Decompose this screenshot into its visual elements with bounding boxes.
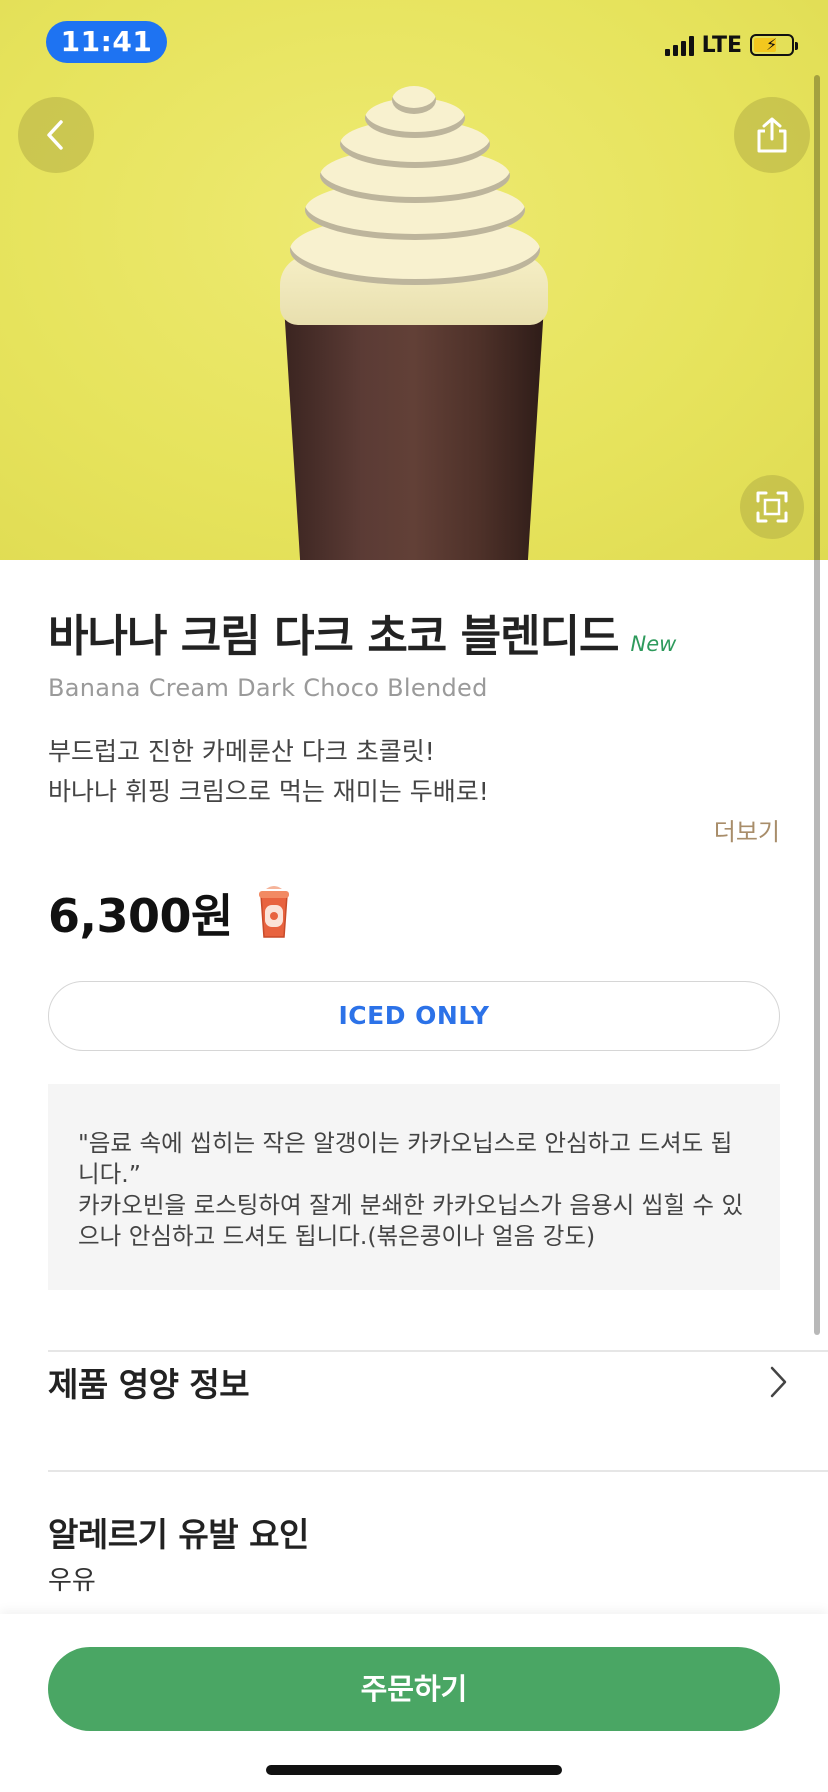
- fullscreen-icon: [756, 491, 788, 523]
- chevron-left-icon: [47, 120, 63, 150]
- status-time: 11:41: [46, 21, 167, 63]
- share-button[interactable]: [734, 97, 810, 173]
- home-indicator: [266, 1765, 562, 1775]
- price: 6,300원: [48, 889, 233, 943]
- product-image: [0, 0, 828, 560]
- back-button[interactable]: [18, 97, 94, 173]
- description-line: 바나나 휘핑 크림으로 먹는 재미는 두배로!: [48, 777, 489, 806]
- share-icon: [757, 117, 787, 153]
- new-badge: New: [630, 632, 677, 656]
- allergy-title: 알레르기 유발 요인: [48, 1515, 309, 1554]
- notice-line: "음료 속에 씹히는 작은 알갱이는 카카오닙스로 안심하고 드셔도 됩니다.”: [78, 1129, 733, 1188]
- description-line: 부드럽고 진한 카메룬산 다크 초콜릿!: [48, 737, 435, 766]
- product-notice: "음료 속에 씹히는 작은 알갱이는 카카오닙스로 안심하고 드셔도 됩니다.”…: [48, 1084, 780, 1290]
- status-indicators: LTE ⚡: [664, 30, 798, 60]
- more-link[interactable]: 더보기: [714, 812, 780, 847]
- product-title-row: 바나나 크림 다크 초코 블렌디드 New: [48, 600, 676, 664]
- iced-only-option[interactable]: ICED ONLY: [48, 981, 780, 1051]
- product-description: 부드럽고 진한 카메룬산 다크 초콜릿! 바나나 휘핑 크림으로 먹는 재미는 …: [48, 732, 489, 812]
- order-button[interactable]: 주문하기: [48, 1647, 780, 1731]
- expand-image-button[interactable]: [740, 475, 804, 539]
- nutrition-info-label: 제품 영양 정보: [48, 1365, 250, 1404]
- nutrition-info-row[interactable]: 제품 영양 정보: [48, 1352, 788, 1412]
- chevron-right-icon: [770, 1366, 787, 1398]
- cream-swirl: [392, 86, 436, 114]
- product-name-english: Banana Cream Dark Choco Blended: [48, 674, 488, 702]
- signal-icon: [664, 34, 694, 56]
- divider: [48, 1470, 828, 1472]
- notice-line: 카카오빈을 로스팅하여 잘게 분쇄한 카카오닙스가 음용시 씹힐 수 있으나 안…: [78, 1191, 744, 1250]
- battery-icon: ⚡: [750, 34, 798, 56]
- product-name: 바나나 크림 다크 초코 블렌디드: [48, 611, 620, 662]
- drink-cup: [283, 290, 545, 560]
- scrollbar[interactable]: [814, 75, 820, 1335]
- allergy-value: 우유: [48, 1566, 96, 1596]
- network-type: LTE: [701, 32, 742, 58]
- iced-cup-icon: [258, 886, 289, 938]
- price-row: 6,300원: [48, 880, 293, 946]
